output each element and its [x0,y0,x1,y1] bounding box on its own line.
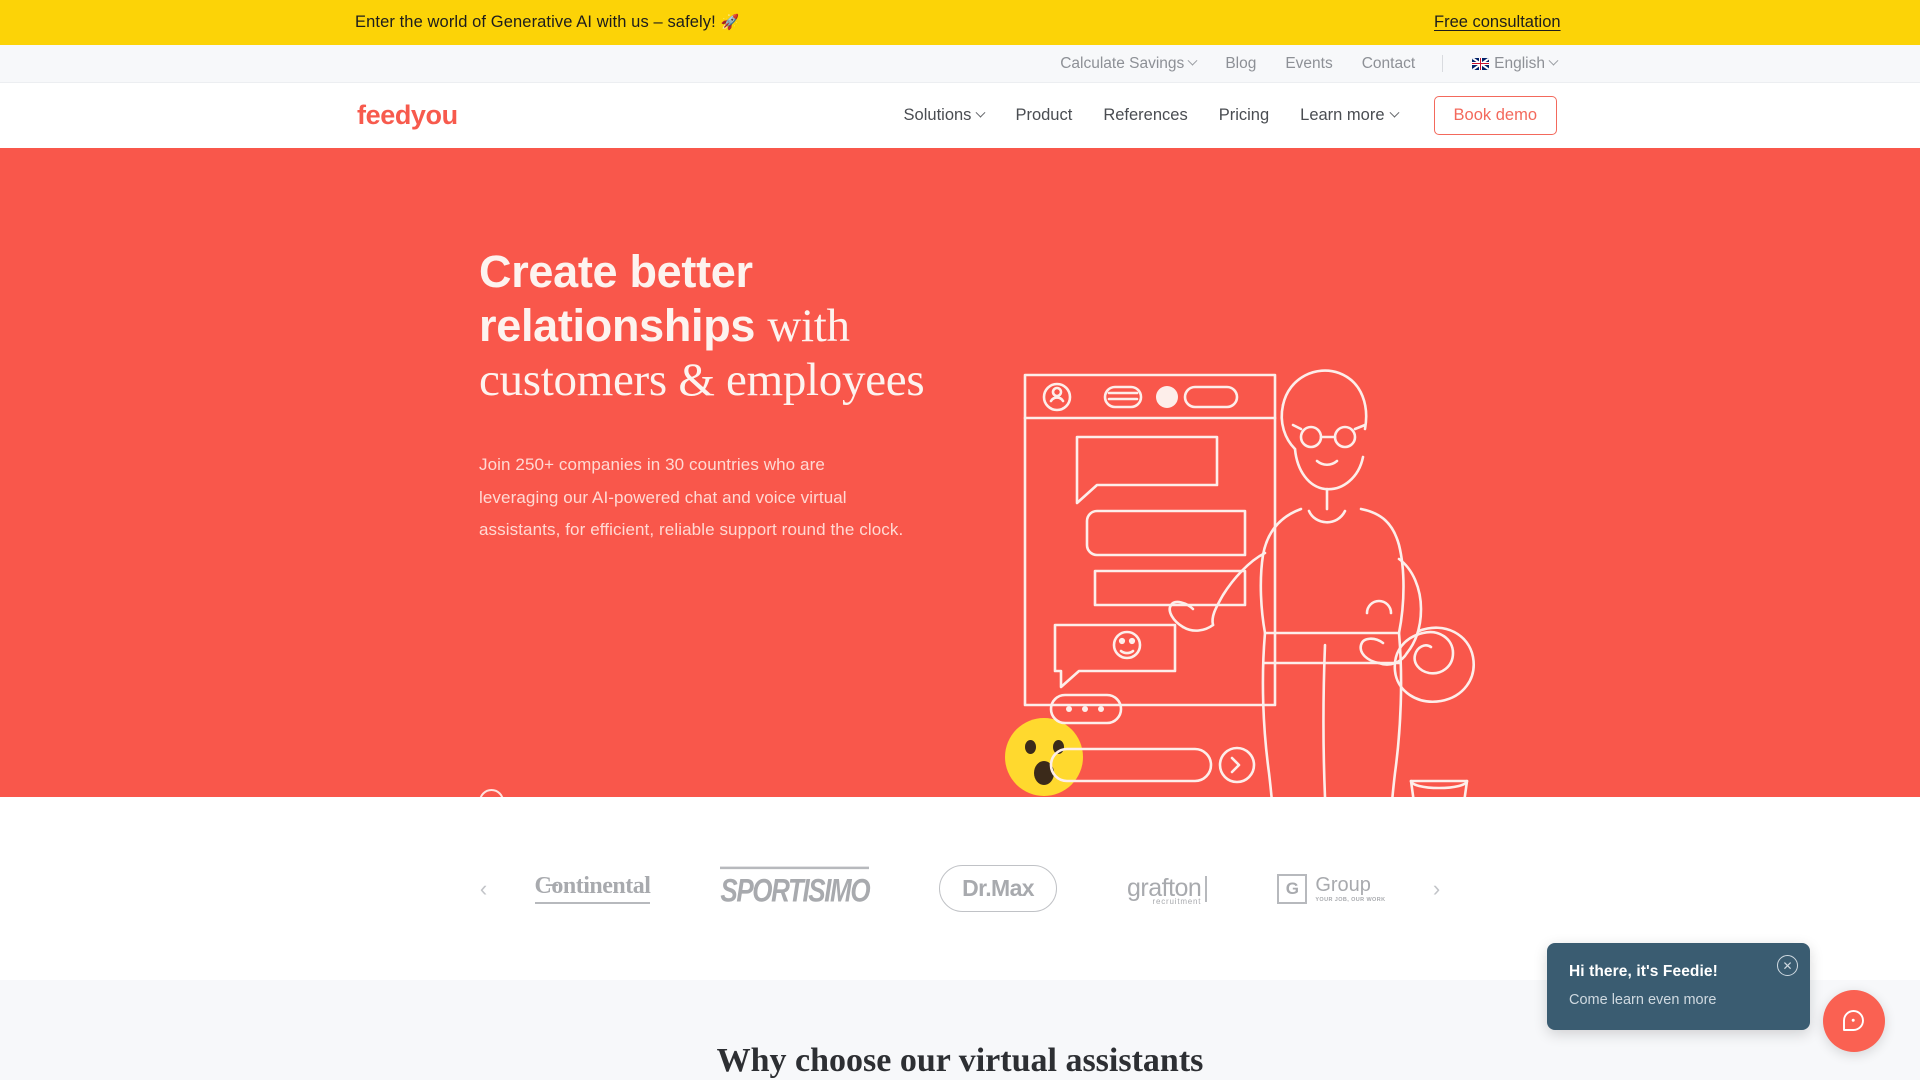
page-title: Create better relationships with custome… [479,245,979,407]
hero-copy: Create better relationships with custome… [479,245,979,547]
nav-item-learn-more[interactable]: Learn more [1300,106,1399,125]
nav-label: Learn more [1300,106,1385,124]
chevron-down-icon [1548,55,1559,66]
utility-item-contact[interactable]: Contact [1362,55,1415,73]
language-label: English [1494,54,1545,72]
client-logo-gi-group: G Group YOUR JOB, OUR WORK [1277,866,1385,912]
utility-item-events[interactable]: Events [1285,55,1332,73]
client-logo-grafton: grafton recruitment [1127,866,1208,912]
section-title: Why choose our virtual assistants [716,1042,1204,1079]
chevron-down-icon [975,107,986,118]
hero-illustration [1015,363,1475,797]
nav-divider [1442,55,1444,72]
carousel-next-icon[interactable]: › [1421,876,1451,902]
main-header: feedyou Solutions Product References Pri… [0,83,1920,148]
chevron-down-icon [1389,107,1399,118]
client-logo-continental: C̶ontinental [534,866,651,912]
free-consultation-link[interactable]: Free consultation [1434,13,1561,32]
announcement-message: Enter the world of Generative AI with us… [355,13,716,31]
rocket-icon: 🚀 [720,14,740,31]
utility-item-calculate-savings[interactable]: Calculate Savings [1060,54,1198,73]
main-nav: Solutions Product References Pricing Lea… [904,96,1557,135]
chat-bubble-icon [1843,1010,1864,1031]
gi-group-mark: G [1277,873,1308,904]
chat-greeting-title: Hi there, it's Feedie! [1569,963,1718,980]
logo-track: C̶ontinental SPORTISIMO Dr.Max grafton r… [534,865,1386,912]
nav-item-product[interactable]: Product [1015,106,1072,125]
utility-label: Calculate Savings [1060,54,1185,72]
announcement-text: Enter the world of Generative AI with us… [355,13,739,32]
hero-subtext: Join 250+ companies in 30 countries who … [479,455,904,539]
chat-greeting-subtitle: Come learn even more [1569,992,1717,1008]
hero-section: Create better relationships with custome… [0,148,1920,797]
client-logo-drmax: Dr.Max [939,865,1057,912]
nav-item-references[interactable]: References [1103,106,1187,125]
chat-launcher-button[interactable] [1823,990,1885,1052]
announcement-bar: Enter the world of Generative AI with us… [0,0,1920,45]
utility-item-blog[interactable]: Blog [1225,55,1256,73]
chevron-down-icon [1187,55,1198,66]
utility-nav: Calculate Savings Blog Events Contact En… [0,45,1920,83]
nav-label: Solutions [903,106,972,124]
site-logo[interactable]: feedyou [357,100,458,131]
carousel-prev-icon[interactable]: ‹ [469,876,499,902]
language-selector[interactable]: English [1472,54,1559,73]
chat-greeting-panel: ✕ Hi there, it's Feedie! Come learn even… [1547,943,1810,1030]
scroll-indicator[interactable] [479,789,504,797]
nav-item-solutions[interactable]: Solutions [903,106,986,125]
close-icon[interactable]: ✕ [1777,955,1798,976]
uk-flag-icon [1472,57,1490,70]
nav-item-pricing[interactable]: Pricing [1219,106,1269,125]
hero-heading-bold: Create better relationships [479,246,756,351]
client-logo-sportisimo: SPORTISIMO [720,866,871,912]
book-demo-button[interactable]: Book demo [1433,96,1557,135]
